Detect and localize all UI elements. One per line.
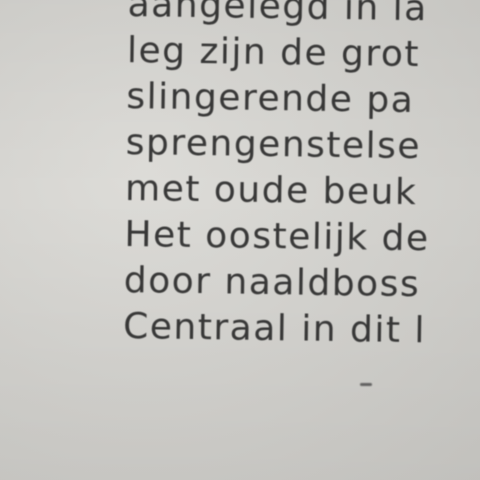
text-line: door naaldboss [123, 259, 421, 306]
ink-mark [360, 383, 372, 386]
text-line: aangelegd in la [127, 0, 429, 30]
text-line: sprengenstelse [125, 121, 422, 168]
paper-page: aangelegd in la leg zijn de grot slinger… [0, 0, 480, 480]
body-text: aangelegd in la leg zijn de grot slinger… [123, 0, 433, 354]
text-line: met oude beuk [124, 167, 418, 214]
text-line: leg zijn de grot [126, 29, 421, 76]
text-line: slingerende pa [126, 75, 415, 122]
text-line: Het oostelijk de [124, 213, 430, 260]
text-line: Centraal in dit l [122, 305, 427, 352]
